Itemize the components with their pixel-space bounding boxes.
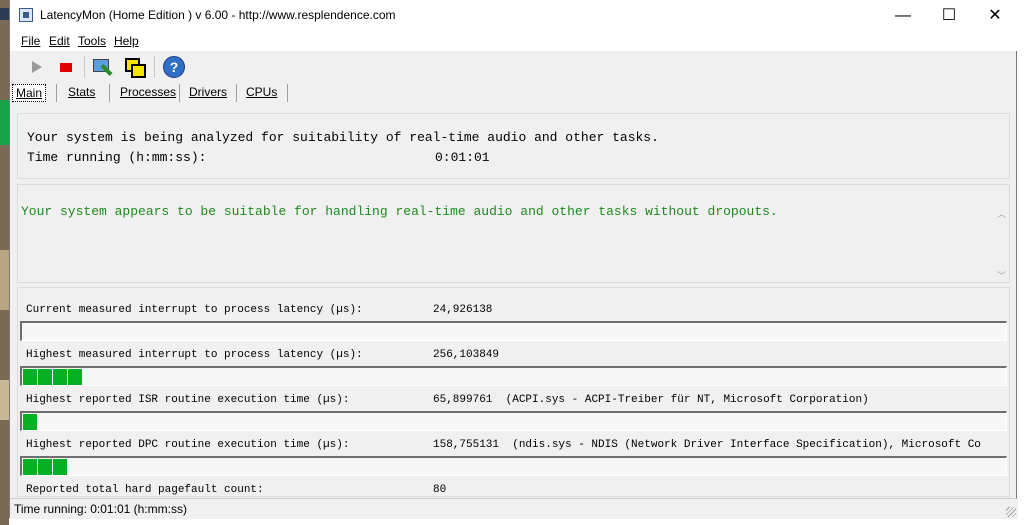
tab-cpus[interactable]: CPUs — [246, 82, 277, 102]
metric-label: Current measured interrupt to process la… — [26, 304, 363, 316]
metric-value: 158,755131 (ndis.sys - NDIS (Network Dri… — [433, 439, 981, 451]
metrics-panel[interactable]: Current measured interrupt to process la… — [17, 287, 1010, 497]
title-bar[interactable]: LatencyMon (Home Edition ) v 6.00 - http… — [10, 0, 1018, 31]
window-title: LatencyMon (Home Edition ) v 6.00 - http… — [40, 8, 396, 22]
tab-processes[interactable]: Processes — [120, 82, 176, 102]
scroll-up-icon[interactable]: ︿ — [997, 207, 1006, 220]
tab-stats-label: Stats — [68, 85, 96, 99]
tab-separator — [109, 84, 110, 102]
tab-stats[interactable]: Stats — [68, 82, 95, 102]
desktop-icon — [0, 100, 9, 145]
tab-separator — [236, 84, 237, 102]
metric-value-number: 65,899761 — [433, 394, 493, 406]
latency-bar — [20, 366, 1007, 386]
metric-label: Reported total hard pagefault count: — [26, 484, 264, 496]
help-button[interactable]: ? — [162, 55, 186, 79]
resize-grip-icon[interactable] — [1006, 507, 1016, 517]
isr-bar — [20, 411, 1007, 431]
help-icon: ? — [163, 56, 185, 78]
stop-button[interactable] — [54, 55, 78, 79]
tab-main-label: Main — [16, 86, 43, 100]
metric-label: Highest reported DPC routine execution t… — [26, 439, 350, 451]
conclusion-panel[interactable]: Your system appears to be suitable for h… — [17, 184, 1010, 283]
tab-main[interactable]: Main — [12, 84, 47, 102]
menu-bar: File Edit Tools Help — [10, 31, 1018, 51]
menu-tools-label: Tools — [78, 34, 107, 48]
bar-segment — [38, 459, 52, 475]
bar-segment — [53, 369, 67, 385]
menu-edit-label: Edit — [49, 34, 70, 48]
status-bar: Time running: 0:01:01 (h:mm:ss) — [10, 498, 1018, 519]
monitor-icon[interactable] — [90, 55, 114, 79]
metric-value: 65,899761 (ACPI.sys - ACPI-Treiber für N… — [433, 394, 869, 406]
menu-tools[interactable]: Tools — [78, 34, 106, 48]
desktop-icon — [0, 250, 9, 310]
tab-drivers-label: Drivers — [189, 85, 227, 99]
minimize-button[interactable]: — — [880, 0, 926, 31]
tab-separator — [179, 84, 180, 102]
latency-bar — [20, 321, 1007, 341]
tab-bar: Main Stats Processes Drivers CPUs — [10, 82, 1018, 104]
bar-segment — [53, 459, 67, 475]
analysis-panel: Your system is being analyzed for suitab… — [17, 113, 1010, 179]
tab-separator — [56, 84, 57, 102]
metric-label: Highest reported ISR routine execution t… — [26, 394, 350, 406]
metric-value: 256,103849 — [433, 349, 500, 361]
metric-label: Highest measured interrupt to process la… — [26, 349, 363, 361]
tab-drivers[interactable]: Drivers — [189, 82, 227, 102]
analysis-text: Your system is being analyzed for suitab… — [27, 130, 659, 145]
menu-help-label: Help — [114, 34, 139, 48]
tab-cpus-label: CPUs — [246, 85, 278, 99]
bar-segment — [23, 414, 37, 430]
desktop-icon — [0, 8, 9, 20]
tab-processes-label: Processes — [120, 85, 177, 99]
status-text: Time running: 0:01:01 (h:mm:ss) — [14, 502, 187, 516]
metric-detail: (ndis.sys - NDIS (Network Driver Interfa… — [512, 439, 981, 451]
bar-segment — [68, 369, 82, 385]
tab-separator — [287, 84, 288, 102]
metric-value: 24,926138 — [433, 304, 493, 316]
bar-segment — [38, 369, 52, 385]
time-running-label: Time running (h:mm:ss): — [27, 150, 207, 165]
maximize-button[interactable]: ☐ — [926, 0, 972, 31]
toolbar: ? — [10, 52, 1018, 80]
bar-segment — [23, 369, 37, 385]
conclusion-scrollbar[interactable]: ︿ ﹀ — [993, 185, 1009, 282]
conclusion-text: Your system appears to be suitable for h… — [21, 204, 778, 219]
menu-file[interactable]: File — [21, 34, 40, 48]
start-button[interactable] — [24, 55, 48, 79]
metric-value: 80 — [433, 484, 447, 496]
menu-help[interactable]: Help — [114, 34, 139, 48]
metric-value-number: 158,755131 — [433, 439, 500, 451]
app-icon[interactable] — [19, 8, 33, 22]
desktop-background — [0, 0, 9, 525]
toolbar-separator — [154, 56, 155, 78]
menu-edit[interactable]: Edit — [49, 34, 70, 48]
scroll-down-icon[interactable]: ﹀ — [997, 269, 1006, 282]
close-button[interactable]: ✕ — [972, 0, 1018, 31]
menu-file-label: File — [21, 34, 41, 48]
metric-detail: (ACPI.sys - ACPI-Treiber für NT, Microso… — [505, 394, 869, 406]
windows-icon[interactable] — [122, 55, 146, 79]
latencymon-window: LatencyMon (Home Edition ) v 6.00 - http… — [9, 0, 1018, 519]
bar-segment — [23, 459, 37, 475]
desktop-icon — [0, 380, 9, 420]
toolbar-separator — [84, 56, 85, 78]
time-running-value: 0:01:01 — [435, 150, 490, 165]
dpc-bar — [20, 456, 1007, 476]
